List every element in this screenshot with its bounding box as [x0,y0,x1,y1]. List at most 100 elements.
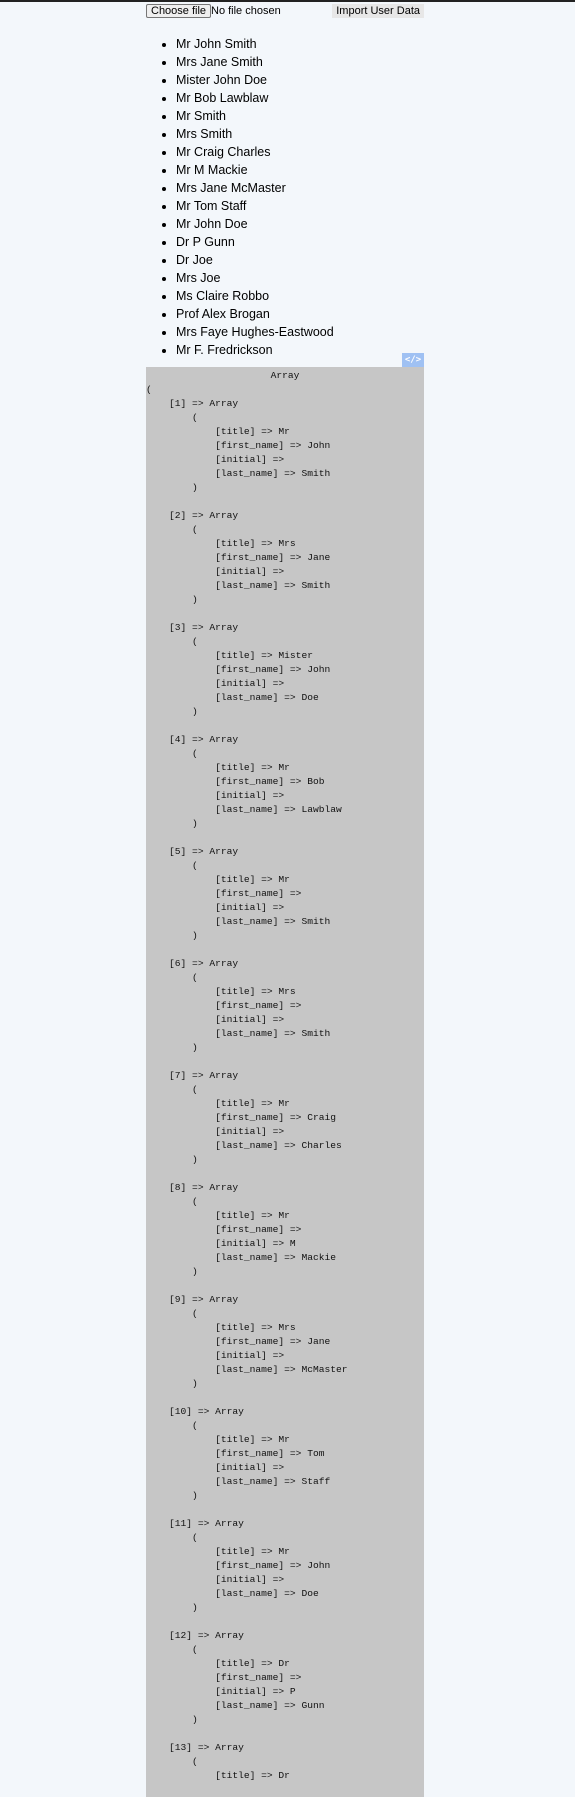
name-list-item: Dr Joe [176,251,424,269]
dump-field-initial: [initial] => [146,566,290,577]
dump-field-first-name: [first_name] => Craig [146,1112,336,1123]
dump-entry-close-paren: ) [146,706,198,717]
dump-field-first-name: [first_name] => John [146,664,331,675]
dump-field-last-name: [last_name] => Lawblaw [146,804,342,815]
dump-entry-close-paren: ) [146,482,198,493]
dump-entry-paren: ( [146,1084,198,1095]
dump-entry-header: [12] => Array [146,1630,244,1641]
dump-field-title: [title] => Dr [146,1770,290,1781]
dump-entry-header: [2] => Array [146,510,239,521]
dump-entry-close-paren: ) [146,1602,198,1613]
dump-field-initial: [initial] => [146,1462,290,1473]
dump-field-first-name: [first_name] => [146,1224,308,1235]
dump-field-title: [title] => Mr [146,1546,290,1557]
dump-field-first-name: [first_name] => Tom [146,1448,325,1459]
parsed-names-list: Mr John SmithMrs Jane SmithMister John D… [146,35,424,359]
dump-entry-header: [8] => Array [146,1182,239,1193]
dump-field-first-name: [first_name] => Bob [146,776,325,787]
dump-entry-paren: ( [146,748,198,759]
dump-entry-paren: ( [146,1756,198,1767]
dump-field-initial: [initial] => P [146,1686,296,1697]
dump-field-title: [title] => Dr [146,1658,290,1669]
dump-entry-close-paren: ) [146,1154,198,1165]
dump-entry-header: [13] => Array [146,1742,244,1753]
dump-entry-header: [10] => Array [146,1406,244,1417]
dump-entry-paren: ( [146,524,198,535]
dump-entry-close-paren: ) [146,1042,198,1053]
dump-entry-paren: ( [146,860,198,871]
name-list-item: Mr Tom Staff [176,197,424,215]
name-list-item: Mister John Doe [176,71,424,89]
name-list-item: Mrs Smith [176,125,424,143]
import-user-data-button[interactable]: Import User Data [332,4,424,18]
name-list-item: Mrs Jane Smith [176,53,424,71]
name-list-item: Mrs Faye Hughes-Eastwood [176,323,424,341]
dump-field-title: [title] => Mr [146,1210,290,1221]
dump-entry-header: [7] => Array [146,1070,239,1081]
dump-entry-close-paren: ) [146,1714,198,1725]
dump-entry-paren: ( [146,1308,198,1319]
dump-field-last-name: [last_name] => Gunn [146,1700,325,1711]
import-form-container: Choose file No file chosen Import User D… [146,4,424,359]
name-list-item: Dr P Gunn [176,233,424,251]
dump-entry-header: [11] => Array [146,1518,244,1529]
dump-field-first-name: [first_name] => John [146,440,331,451]
dump-title: Array [270,370,300,381]
dump-field-first-name: [first_name] => Jane [146,1336,331,1347]
dump-entry-header: [9] => Array [146,1294,239,1305]
dump-field-last-name: [last_name] => Smith [146,580,331,591]
dump-entry-header: [3] => Array [146,622,239,633]
dump-field-title: [title] => Mr [146,426,290,437]
dump-field-title: [title] => Mr [146,1098,290,1109]
dump-entry-paren: ( [146,972,198,983]
file-status-text: No file chosen [211,5,281,17]
dump-field-last-name: [last_name] => Smith [146,916,331,927]
dump-field-last-name: [last_name] => Mackie [146,1252,336,1263]
dump-entry-paren: ( [146,1532,198,1543]
dump-field-initial: [initial] => [146,1126,290,1137]
dump-field-last-name: [last_name] => Smith [146,468,331,479]
file-upload-row: Choose file No file chosen Import User D… [146,4,424,20]
choose-file-button[interactable]: Choose file [146,4,212,18]
dump-entry-header: [6] => Array [146,958,239,969]
name-list-item: Mrs Joe [176,269,424,287]
dump-field-title: [title] => Mr [146,762,290,773]
dump-field-first-name: [first_name] => John [146,1560,331,1571]
name-list-item: Mr Craig Charles [176,143,424,161]
dump-field-title: [title] => Mister [146,650,313,661]
dump-entry-header: [5] => Array [146,846,239,857]
dump-field-title: [title] => Mrs [146,986,296,997]
dump-field-last-name: [last_name] => Staff [146,1476,331,1487]
dump-entry-close-paren: ) [146,594,198,605]
name-list-item: Ms Claire Robbo [176,287,424,305]
dump-open-paren: ( [146,384,152,395]
dump-field-title: [title] => Mr [146,1434,290,1445]
dump-field-initial: [initial] => [146,1014,290,1025]
dump-field-last-name: [last_name] => Charles [146,1140,342,1151]
dump-field-initial: [initial] => [146,902,290,913]
dump-entry-close-paren: ) [146,1490,198,1501]
dump-field-last-name: [last_name] => McMaster [146,1364,348,1375]
array-dump-panel: Array ( [1] => Array ( [title] => Mr [fir… [146,367,424,1797]
dump-entry-paren: ( [146,1420,198,1431]
dump-entry-header: [4] => Array [146,734,239,745]
code-toggle-icon[interactable]: </> [402,353,424,367]
name-list-item: Mr F. Fredrickson [176,341,424,359]
name-list-item: Prof Alex Brogan [176,305,424,323]
dump-field-initial: [initial] => [146,678,290,689]
dump-entry-paren: ( [146,1644,198,1655]
dump-field-title: [title] => Mrs [146,1322,296,1333]
dump-field-initial: [initial] => [146,1350,290,1361]
dump-field-first-name: [first_name] => [146,1672,308,1683]
dump-field-first-name: [first_name] => [146,888,308,899]
dump-field-initial: [initial] => M [146,1238,296,1249]
name-list-item: Mrs Jane McMaster [176,179,424,197]
window-top-edge [0,0,575,2]
dump-field-title: [title] => Mrs [146,538,296,549]
array-dump-text: Array ( [1] => Array ( [title] => Mr [fir… [146,367,424,1783]
dump-entry-paren: ( [146,1196,198,1207]
dump-field-title: [title] => Mr [146,874,290,885]
dump-entry-paren: ( [146,412,198,423]
dump-entry-close-paren: ) [146,818,198,829]
dump-field-initial: [initial] => [146,454,290,465]
